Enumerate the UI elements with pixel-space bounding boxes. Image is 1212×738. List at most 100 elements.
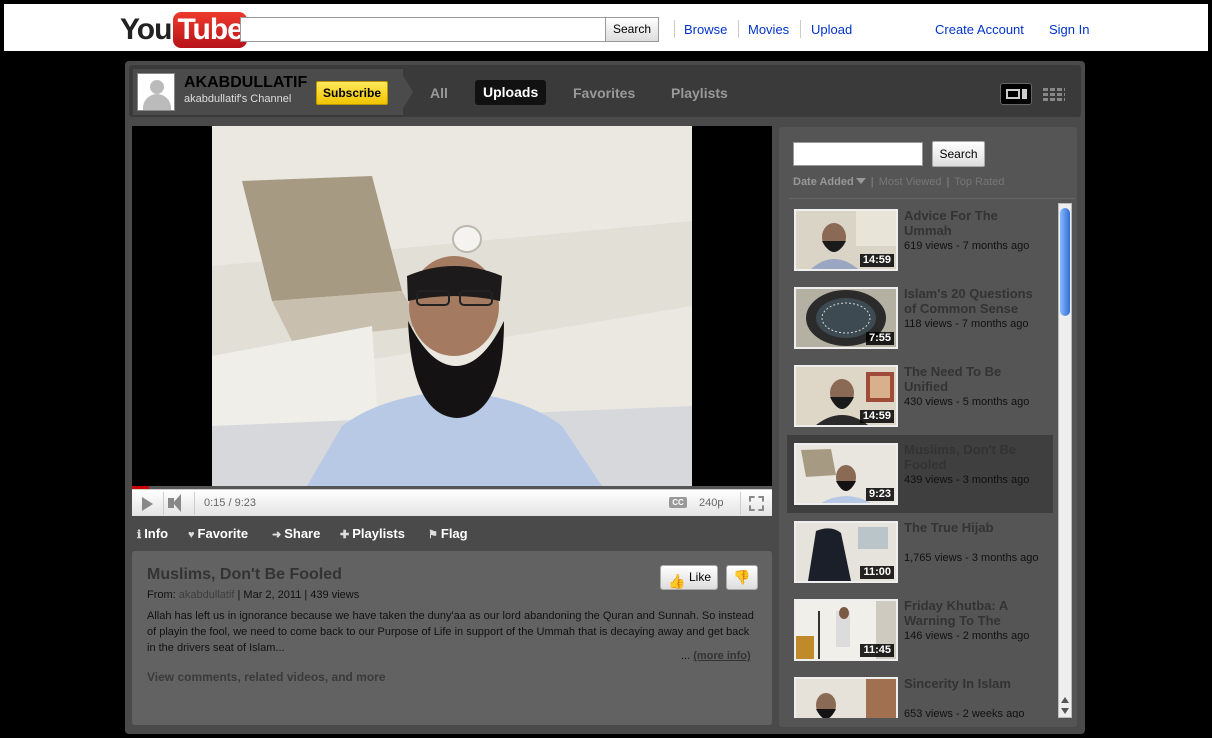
duration-badge: 9:23 (865, 488, 894, 501)
video-item-title[interactable]: Friday Khutba: A Warning To The (904, 598, 1044, 628)
video-item-title[interactable]: Muslims, Don't Be Fooled (904, 442, 1044, 472)
sort-top-rated[interactable]: Top Rated (954, 176, 1004, 188)
tab-playlists-info[interactable]: ✚ Playlists (340, 526, 405, 541)
divider (163, 492, 164, 515)
fullscreen-icon[interactable] (749, 496, 764, 511)
sort-most-viewed[interactable]: Most Viewed (879, 176, 942, 188)
divider (194, 492, 195, 515)
from-label: From: (147, 589, 176, 601)
video-item-title[interactable]: Sincerity In Islam (904, 676, 1044, 691)
more-info: ... (more info) (681, 650, 751, 662)
duration-badge: 11:00 (860, 566, 894, 579)
channel-name[interactable]: AKABDULLATIF (184, 74, 307, 92)
video-item-title[interactable]: Advice For The Ummah (904, 208, 1044, 238)
channel-search-button[interactable]: Search (932, 141, 985, 167)
divider (738, 20, 739, 38)
dislike-button[interactable]: 👎 (726, 565, 758, 590)
view-comments-link[interactable]: View comments, related videos, and more (147, 670, 386, 684)
info-icon: ℹ (137, 529, 142, 541)
video-player[interactable] (132, 126, 772, 486)
tab-favorite-label: Favorite (197, 526, 249, 541)
nav-browse[interactable]: Browse (684, 22, 727, 37)
scrollbar[interactable] (1058, 203, 1072, 718)
uploader-link[interactable]: akabdullatif (179, 589, 235, 601)
video-item-title[interactable]: Islam's 20 Questions of Common Sense (904, 286, 1044, 316)
flag-icon: ⚑ (428, 529, 438, 541)
tab-info[interactable]: ℹ Info (137, 526, 168, 541)
thumbs-up-icon: 👍 (668, 573, 686, 589)
like-button[interactable]: 👍 Like (660, 565, 718, 590)
list-item[interactable]: 14:59 Advice For The Ummah 619 views - 7… (787, 201, 1053, 279)
tab-share[interactable]: ➜ Share (272, 526, 320, 541)
channel-header: AKABDULLATIF akabdullatif's Channel Subs… (129, 65, 1081, 117)
video-thumbnail[interactable]: 7:55 (794, 287, 898, 349)
divider: | (870, 176, 874, 188)
subscribe-button[interactable]: Subscribe (316, 81, 388, 105)
video-item-meta: 653 views - 2 weeks ago (904, 708, 1025, 718)
list-item[interactable]: 11:45 Friday Khutba: A Warning To The 14… (787, 591, 1053, 669)
plus-icon: ✚ (340, 529, 350, 541)
list-item-active[interactable]: 9:23 Muslims, Don't Be Fooled 439 views … (787, 435, 1053, 513)
search-button[interactable]: Search (605, 17, 659, 42)
list-item[interactable]: 7:55 Islam's 20 Questions of Common Sens… (787, 279, 1053, 357)
nav-movies[interactable]: Movies (748, 22, 789, 37)
more-info-link[interactable]: (more info) (693, 650, 750, 662)
divider (789, 198, 1075, 199)
video-thumbnail[interactable] (794, 677, 898, 718)
create-account-link[interactable]: Create Account (935, 22, 1024, 37)
grid-view-icon[interactable] (1043, 87, 1065, 101)
captions-icon[interactable]: CC (669, 497, 687, 508)
time-readout: 0:15 / 9:23 (204, 497, 256, 509)
avatar[interactable] (137, 73, 175, 111)
volume-icon-cone (173, 494, 181, 512)
tab-playlists[interactable]: Playlists (671, 85, 728, 101)
heart-icon: ♥ (188, 529, 195, 541)
video-item-title[interactable]: The True Hijab (904, 520, 1044, 535)
chevron-down-icon (855, 178, 866, 184)
video-item-meta: 430 views - 5 months ago (904, 396, 1030, 408)
list-item[interactable]: Sincerity In Islam 653 views - 2 weeks a… (787, 669, 1053, 718)
divider (674, 20, 675, 38)
tab-flag[interactable]: ⚑ Flag (428, 526, 468, 541)
masthead: You Tube Search Browse Movies Upload Crea… (4, 4, 1208, 51)
tab-all[interactable]: All (430, 85, 448, 101)
sort-date-added-label: Date Added (793, 176, 854, 188)
sort-date-added[interactable]: Date Added (793, 176, 866, 188)
channel-subtitle: akabdullatif's Channel (184, 93, 292, 105)
quality-selector[interactable]: 240p (699, 497, 723, 509)
nav-upload[interactable]: Upload (811, 22, 852, 37)
video-title: Muslims, Don't Be Fooled (147, 566, 342, 583)
scrollbar-thumb[interactable] (1060, 208, 1070, 316)
sign-in-link[interactable]: Sign In (1049, 22, 1089, 37)
ellipsis: ... (681, 650, 691, 662)
video-description: Allah has left us in ignorance because w… (147, 610, 754, 654)
logo-you: You (120, 13, 172, 46)
video-thumbnail[interactable]: 14:59 (794, 365, 898, 427)
duration-badge: 7:55 (865, 332, 894, 345)
tab-flag-label: Flag (440, 526, 468, 541)
info-panel: Muslims, Don't Be Fooled From: akabdulla… (132, 551, 772, 725)
play-icon[interactable] (142, 497, 153, 511)
player-view-icon[interactable] (1000, 83, 1032, 105)
arrow-icon: ➜ (272, 529, 282, 541)
list-item[interactable]: 14:59 The Need To Be Unified 430 views -… (787, 357, 1053, 435)
logo-tube: Tube (173, 12, 247, 48)
video-thumbnail[interactable]: 11:45 (794, 599, 898, 661)
video-item-meta: 619 views - 7 months ago (904, 240, 1030, 252)
tab-uploads[interactable]: Uploads (475, 80, 547, 105)
tab-favorites[interactable]: Favorites (573, 85, 635, 101)
tab-favorite[interactable]: ♥ Favorite (188, 526, 248, 541)
list-item[interactable]: 11:00 The True Hijab 1,765 views - 3 mon… (787, 513, 1053, 591)
youtube-logo[interactable]: You Tube (120, 12, 247, 48)
video-thumbnail[interactable]: 11:00 (794, 521, 898, 583)
video-thumbnail[interactable]: 9:23 (794, 443, 898, 505)
scroll-down-icon[interactable] (1061, 708, 1069, 714)
player-controls: 0:15 / 9:23 CC 240p (132, 489, 772, 516)
scroll-up-icon[interactable] (1061, 697, 1069, 703)
video-item-title[interactable]: The Need To Be Unified (904, 364, 1044, 394)
channel-search-input[interactable] (793, 142, 923, 166)
video-frame[interactable] (212, 126, 692, 486)
video-thumbnail[interactable]: 14:59 (794, 209, 898, 271)
tab-playlists-label: Playlists (352, 526, 405, 541)
search-input[interactable] (240, 17, 606, 42)
